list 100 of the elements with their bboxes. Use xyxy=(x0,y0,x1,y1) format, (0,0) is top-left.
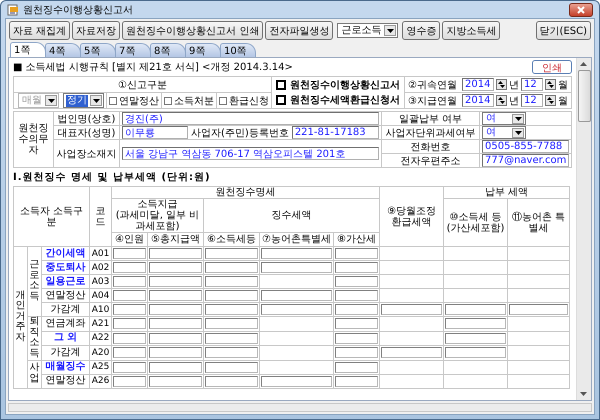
page-tab[interactable]: 9쪽 xyxy=(185,43,221,57)
amount-field[interactable] xyxy=(113,376,146,386)
amount-field[interactable] xyxy=(381,347,442,358)
checkbox-option[interactable]: 연말정산 xyxy=(106,93,161,108)
amount-field[interactable] xyxy=(149,376,202,386)
form-title-option[interactable]: 원천징수세액환급신청서 xyxy=(272,92,404,108)
toolbar-button[interactable]: 원천징수이행상황신고서 인쇄 xyxy=(122,21,264,40)
amount-field[interactable] xyxy=(113,332,146,344)
page-tab[interactable]: 5쪽 xyxy=(80,43,116,57)
amount-field[interactable] xyxy=(261,304,332,315)
amount-field[interactable] xyxy=(149,347,202,358)
amount-field[interactable] xyxy=(113,248,146,259)
page-tab[interactable]: 8쪽 xyxy=(150,43,186,57)
amount-field[interactable] xyxy=(113,347,146,358)
toolbar-button[interactable]: 자료저장 xyxy=(72,21,120,40)
toolbar-button[interactable]: 전자파일생성 xyxy=(265,21,334,40)
amount-field[interactable] xyxy=(149,304,202,315)
amount-field[interactable] xyxy=(205,362,258,372)
input-field[interactable]: 221-81-17183 xyxy=(292,126,379,139)
amount-field[interactable] xyxy=(335,318,378,330)
page-tab[interactable]: 1쪽 xyxy=(10,42,46,57)
form-title-option[interactable]: 원천징수이행상황신고서 xyxy=(272,77,404,92)
row-label-link[interactable]: 간이세액 xyxy=(42,246,90,260)
amount-field[interactable] xyxy=(205,332,258,344)
amount-field[interactable] xyxy=(335,332,378,344)
amount-field[interactable] xyxy=(149,248,202,259)
year-field[interactable]: 2014 xyxy=(462,94,494,107)
amount-field[interactable] xyxy=(149,276,202,287)
amount-field[interactable] xyxy=(261,248,332,259)
amount-field[interactable] xyxy=(445,318,506,330)
amount-field[interactable] xyxy=(113,290,146,301)
amount-field[interactable] xyxy=(113,362,146,372)
amount-field[interactable] xyxy=(261,376,332,386)
spinner-icon[interactable] xyxy=(496,79,507,90)
amount-field[interactable] xyxy=(205,262,258,273)
dropdown[interactable]: 정기 xyxy=(63,93,104,108)
spinner-icon[interactable] xyxy=(545,95,556,106)
toolbar-button[interactable]: 영수증 xyxy=(402,21,440,40)
amount-field[interactable] xyxy=(113,262,146,273)
amount-field[interactable] xyxy=(261,290,332,301)
page-tab[interactable]: 10쪽 xyxy=(220,43,256,57)
amount-field[interactable] xyxy=(149,332,202,344)
amount-field[interactable] xyxy=(335,290,378,301)
close-window-button[interactable]: 닫기(ESC) xyxy=(536,21,591,40)
row-label-link[interactable]: 그 외 xyxy=(42,331,90,346)
print-button[interactable]: 인쇄 xyxy=(532,60,572,74)
amount-field[interactable] xyxy=(445,332,506,344)
amount-field[interactable] xyxy=(205,376,258,386)
month-field[interactable]: 12 xyxy=(521,78,543,91)
month-field[interactable]: 12 xyxy=(521,94,543,107)
input-field[interactable]: 경진(주) xyxy=(122,112,379,125)
amount-field[interactable] xyxy=(335,376,378,386)
amount-field[interactable] xyxy=(149,318,202,330)
spinner-icon[interactable] xyxy=(496,95,507,106)
amount-field[interactable] xyxy=(445,304,506,315)
amount-field[interactable] xyxy=(205,347,258,358)
year-field[interactable]: 2014 xyxy=(462,78,494,91)
app-icon xyxy=(7,4,19,16)
amount-field[interactable] xyxy=(205,248,258,259)
amount-field[interactable] xyxy=(205,290,258,301)
row-label-link[interactable]: 매월징수 xyxy=(42,360,90,374)
amount-field[interactable] xyxy=(205,276,258,287)
dropdown[interactable]: 여 xyxy=(482,126,526,139)
row-label-link[interactable]: 일용근로 xyxy=(42,274,90,288)
input-field[interactable]: 0505-855-7788 xyxy=(482,140,569,153)
input-field[interactable]: 777@naver.com xyxy=(482,154,569,167)
amount-field[interactable] xyxy=(445,347,506,358)
dropdown[interactable]: 근로소득 xyxy=(337,23,398,38)
amount-field[interactable] xyxy=(509,304,568,315)
column-header: ⑧가산세 xyxy=(334,232,380,246)
amount-field[interactable] xyxy=(113,276,146,287)
amount-field[interactable] xyxy=(149,362,202,372)
page-tab[interactable]: 7쪽 xyxy=(115,43,151,57)
close-button[interactable] xyxy=(569,2,593,16)
amount-field[interactable] xyxy=(113,318,146,330)
amount-field[interactable] xyxy=(335,304,378,315)
page-tab[interactable]: 4쪽 xyxy=(45,43,81,57)
scroll-thumb[interactable] xyxy=(578,70,591,122)
input-field[interactable]: 이무룡 xyxy=(122,126,188,139)
row-label-link[interactable]: 중도퇴사 xyxy=(42,260,90,274)
amount-field[interactable] xyxy=(335,362,378,372)
amount-field[interactable] xyxy=(113,304,146,315)
input-field[interactable]: 서울 강남구 역삼동 706-17 역삼오피스텔 201호 xyxy=(122,147,379,160)
amount-field[interactable] xyxy=(205,318,258,330)
amount-field[interactable] xyxy=(381,304,442,315)
checkbox-option[interactable]: 소득처분 xyxy=(161,93,216,108)
amount-field[interactable] xyxy=(335,248,378,259)
checkbox-option[interactable]: 환급신청 xyxy=(216,93,271,108)
amount-field[interactable] xyxy=(335,262,378,273)
amount-field[interactable] xyxy=(335,276,378,287)
amount-field[interactable] xyxy=(205,304,258,315)
amount-field[interactable] xyxy=(335,347,378,358)
toolbar-button[interactable]: 자료 재집계 xyxy=(9,21,70,40)
dropdown[interactable]: 여 xyxy=(482,112,526,125)
amount-field[interactable] xyxy=(261,262,332,273)
toolbar-button[interactable]: 지방소득세 xyxy=(442,21,500,40)
column-header: 코드 xyxy=(90,186,112,246)
amount-field[interactable] xyxy=(149,262,202,273)
spinner-icon[interactable] xyxy=(545,79,556,90)
amount-field[interactable] xyxy=(149,290,202,301)
